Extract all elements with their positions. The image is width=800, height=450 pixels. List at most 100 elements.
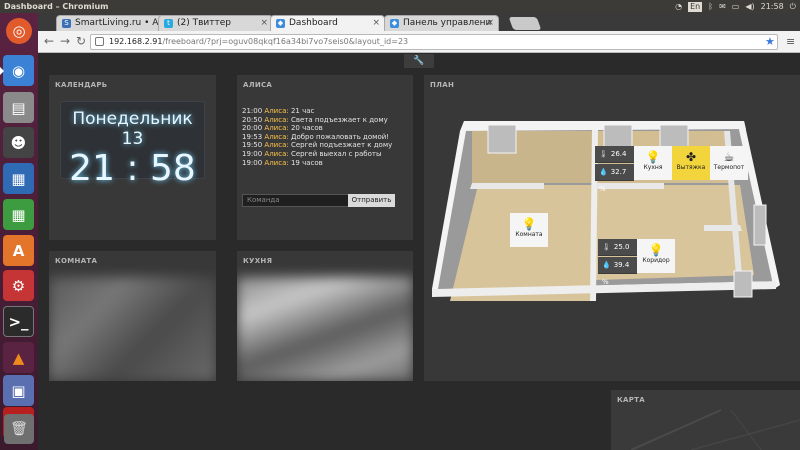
tab-control-panel[interactable]: ◆ Панель управлени ×	[384, 15, 499, 31]
log-text: Сергей подъезжает к дому	[290, 141, 393, 150]
pane-title: КОМНАТА	[55, 257, 98, 265]
log-entry: 19:00 Алиса: 19 часов	[242, 159, 407, 168]
alice-pane: АЛИСА 21:00 Алиса: 21 час 20:50 Алиса: Св…	[237, 75, 413, 240]
files-icon[interactable]: ▤	[3, 92, 34, 123]
tab-twitter[interactable]: t (2) Твиттер ×	[158, 15, 273, 31]
droplet-icon: 💧	[602, 261, 611, 269]
tile-label: Кухня	[643, 164, 663, 171]
software-center-icon[interactable]: A	[3, 235, 34, 266]
tile-label: Вытяжка	[676, 164, 706, 171]
pane-title: АЛИСА	[243, 81, 273, 89]
map-pane: КАРТА	[611, 390, 800, 450]
log-text: 20 часов	[290, 124, 323, 133]
twitter-favicon: t	[164, 19, 173, 28]
terminal-icon[interactable]: >_	[3, 306, 34, 337]
close-icon[interactable]: ×	[372, 16, 380, 30]
kitchen-light-tile[interactable]: 💡 Кухня	[634, 146, 672, 180]
bookmark-star-icon[interactable]: ★	[765, 34, 775, 50]
smartliving-favicon: S	[62, 19, 71, 28]
log-time: 19:00	[242, 158, 263, 167]
droplet-icon: 💧	[599, 168, 608, 176]
hood-tile[interactable]: ✤ Вытяжка	[672, 146, 710, 180]
log-time: 19:00	[242, 149, 263, 158]
settings-icon[interactable]: ⚙	[3, 270, 34, 301]
clock-time: 21 : 58	[69, 148, 196, 189]
system-clock[interactable]: 21:58	[761, 0, 784, 13]
log-speaker: Алиса:	[264, 124, 289, 133]
corridor-temperature: 🌡25.0 °C	[598, 239, 637, 268]
log-entry: 21:00 Алиса: 21 час	[242, 107, 407, 116]
log-entry: 20:50 Алиса: Света подъезжает к дому	[242, 116, 407, 125]
log-text: 19 часов	[290, 158, 323, 167]
bulb-icon: 💡	[648, 243, 664, 257]
reload-icon[interactable]: ↻	[74, 34, 88, 48]
gimp-icon[interactable]: ☻	[3, 127, 34, 158]
writer-icon[interactable]: ▦	[3, 163, 34, 194]
pane-title: КУХНЯ	[243, 257, 273, 265]
log-entry: 19:53 Алиса: Добро пожаловать домой!	[242, 133, 407, 142]
command-input[interactable]: Команда	[242, 194, 349, 207]
calendar-pane: КАЛЕНДАРЬ Понедельник 13 21 : 58	[49, 75, 216, 240]
kitchen-camera-image[interactable]	[237, 277, 413, 381]
log-text: Света подъезжает к дому	[290, 115, 388, 124]
corridor-light-tile[interactable]: 💡 Коридор	[637, 239, 675, 273]
bulb-icon: 💡	[521, 217, 537, 231]
menu-icon[interactable]: ≡	[786, 34, 795, 50]
back-arrow-icon[interactable]: ←	[42, 34, 56, 48]
battery-icon[interactable]: ▭	[732, 0, 740, 13]
room-light-tile[interactable]: 💡 Комната	[510, 213, 548, 247]
chromium-icon[interactable]: ◉	[0, 55, 34, 86]
send-button[interactable]: Отправить	[348, 194, 395, 207]
log-entry: 20:00 Алиса: 20 часов	[242, 124, 407, 133]
volume-icon[interactable]: ◀)	[745, 0, 754, 13]
tab-smartliving[interactable]: S SmartLiving.ru • Ак ×	[56, 15, 171, 31]
trash-icon[interactable]: 🗑	[4, 414, 34, 444]
launcher: ◎ ◉ ▤ ☻ ▦ ▦ A ⚙ >_ ▲ ▣ Fz	[0, 13, 38, 450]
floor-plan-3d	[432, 121, 780, 301]
map-view[interactable]	[611, 390, 800, 450]
tab-label: Dashboard	[289, 18, 338, 28]
clock-day: Понедельник 13	[72, 109, 193, 149]
mail-icon[interactable]: ✉	[719, 0, 726, 13]
new-tab-button[interactable]	[508, 17, 542, 30]
tab-label: SmartLiving.ru • Ак	[75, 18, 164, 28]
system-tray: ◔ En ᛒ ✉ ▭ ◀) 21:58 ⏻	[675, 0, 796, 13]
log-entry: 19:50 Алиса: Сергей подъезжает к дому	[242, 141, 407, 150]
log-speaker: Алиса:	[264, 158, 289, 167]
room-camera-image[interactable]	[49, 277, 216, 381]
network-icon[interactable]: ◔	[675, 0, 682, 13]
calc-icon[interactable]: ▦	[3, 199, 34, 230]
page-info-icon[interactable]	[95, 37, 104, 46]
thermopot-tile[interactable]: ☕ Термопот	[710, 146, 748, 180]
tile-label: Комната	[515, 231, 543, 238]
remote-desktop-icon[interactable]: ▣	[3, 375, 34, 406]
close-icon[interactable]: ×	[486, 16, 494, 30]
bulb-icon: 💡	[645, 150, 661, 164]
room-pane: КОМНАТА	[49, 251, 216, 381]
alice-log: 21:00 Алиса: 21 час 20:50 Алиса: Света по…	[242, 107, 407, 167]
power-icon[interactable]: ⏻	[790, 0, 796, 13]
log-time: 19:53	[242, 132, 263, 141]
kettle-icon: ☕	[723, 150, 735, 164]
keyboard-layout[interactable]: En	[688, 2, 703, 12]
pane-title: КАЛЕНДАРЬ	[55, 81, 108, 89]
thermometer-icon: 🌡	[599, 150, 608, 158]
address-host: 192.168.2.91	[109, 37, 163, 46]
tile-label: Термопот	[713, 164, 745, 171]
address-bar[interactable]: 192.168.2.91/freeboard/?prj=oguv08qkqf16…	[90, 34, 778, 50]
tab-dashboard[interactable]: ◆ Dashboard ×	[270, 15, 385, 31]
log-speaker: Алиса:	[264, 141, 289, 150]
fan-icon: ✤	[685, 150, 697, 164]
kitchen-pane: КУХНЯ	[237, 251, 413, 381]
close-icon[interactable]: ×	[260, 16, 268, 30]
wrench-icon[interactable]: 🔧	[404, 54, 434, 68]
vlc-icon[interactable]: ▲	[3, 342, 34, 373]
log-time: 20:00	[242, 124, 263, 133]
ubuntu-dash-icon[interactable]: ◎	[6, 18, 32, 44]
log-time: 20:50	[242, 115, 263, 124]
address-path: /freeboard/?prj=oguv08qkqf16a34bi7vo7sei…	[162, 37, 409, 46]
bluetooth-icon[interactable]: ᛒ	[708, 0, 713, 13]
tab-label: (2) Твиттер	[177, 18, 231, 28]
forward-arrow-icon[interactable]: →	[58, 34, 72, 48]
browser-toolbar: ← → ↻ 192.168.2.91/freeboard/?prj=oguv08…	[38, 31, 800, 53]
